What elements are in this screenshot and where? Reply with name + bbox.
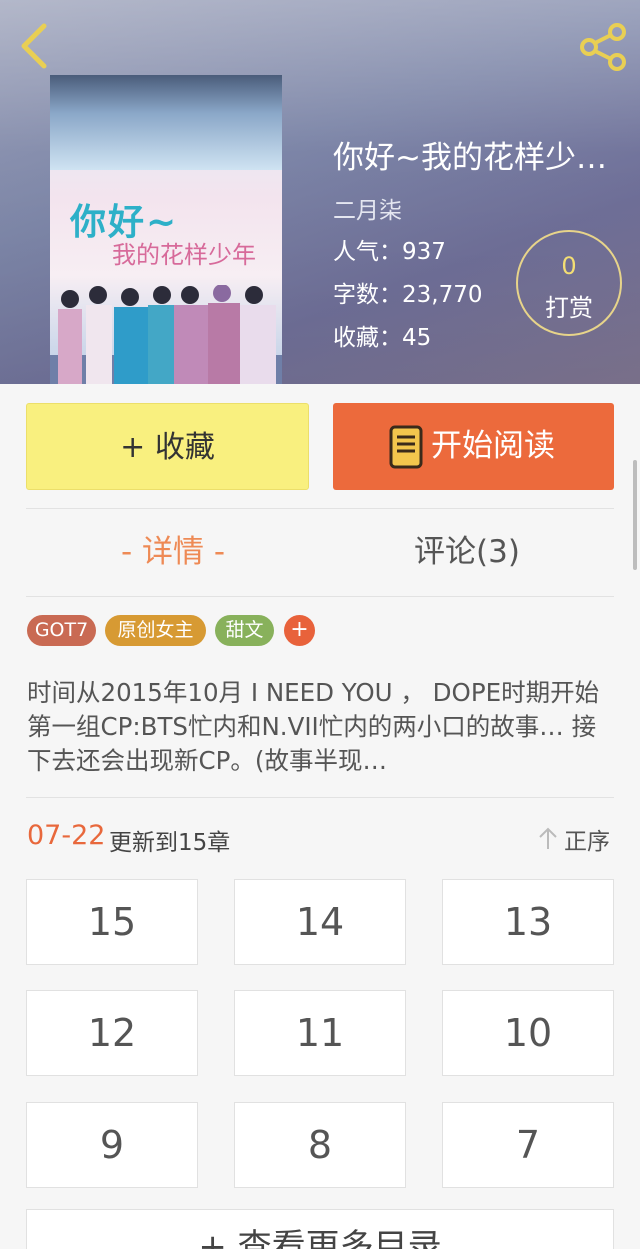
update-status: 更新到15章 <box>109 830 231 856</box>
tag-sweet[interactable]: 甜文 <box>215 615 274 646</box>
chapter-button[interactable]: 8 <box>234 1102 406 1188</box>
book-icon <box>389 425 423 469</box>
book-synopsis[interactable]: 时间从2015年10月 I NEED YOU ， DOPE时期开始 第一组CP:… <box>27 676 617 784</box>
cover-people-illustration <box>50 285 282 384</box>
book-author[interactable]: 二月柒 <box>333 191 402 225</box>
popularity-stat: 人气：937 <box>333 239 446 265</box>
book-header: 你好~ 我的花样少年 你好~我的花样少… 二月柒 人气：937 字数：23,77… <box>0 0 640 384</box>
word-count-stat: 字数：23,770 <box>333 282 483 308</box>
chapter-button[interactable]: 10 <box>442 990 614 1076</box>
chapter-button[interactable]: 9 <box>26 1102 198 1188</box>
chapter-button[interactable]: 11 <box>234 990 406 1076</box>
chapter-button[interactable]: 12 <box>26 990 198 1076</box>
favorites-stat: 收藏：45 <box>333 325 432 351</box>
sort-order-button[interactable]: 正序 <box>564 822 610 856</box>
tip-count: 0 <box>561 252 577 280</box>
chevron-left-icon <box>21 23 47 69</box>
chapter-button[interactable]: 7 <box>442 1102 614 1188</box>
start-reading-button[interactable]: 开始阅读 <box>333 403 614 490</box>
chapter-button[interactable]: 13 <box>442 879 614 965</box>
divider <box>26 797 614 798</box>
arrow-up-icon[interactable] <box>536 825 560 851</box>
back-button[interactable] <box>14 22 54 70</box>
tip-button[interactable]: 0 打赏 <box>516 230 622 336</box>
book-title: 你好~我的花样少… <box>333 140 607 176</box>
chapter-button[interactable]: 15 <box>26 879 198 965</box>
tip-label: 打赏 <box>545 294 593 322</box>
tab-comments[interactable]: 评论(3) <box>320 508 614 596</box>
tag-got7[interactable]: GOT7 <box>27 615 96 646</box>
book-cover[interactable]: 你好~ 我的花样少年 <box>50 75 282 384</box>
update-date: 07-22 <box>27 820 106 851</box>
tag-original-heroine[interactable]: 原创女主 <box>105 615 206 646</box>
add-tag-button[interactable]: + <box>284 615 315 646</box>
view-more-chapters-button[interactable]: + 查看更多目录 <box>26 1209 614 1249</box>
cover-title-line2: 我的花样少年 <box>112 241 256 269</box>
add-favorite-button[interactable]: + 收藏 <box>26 403 309 490</box>
share-button[interactable] <box>578 22 630 72</box>
divider <box>26 596 614 597</box>
cover-sky-image <box>50 75 282 170</box>
chapter-button[interactable]: 14 <box>234 879 406 965</box>
scrollbar[interactable] <box>633 460 637 570</box>
share-icon <box>580 23 626 71</box>
tab-details[interactable]: - 详情 - <box>26 508 320 596</box>
start-reading-label: 开始阅读 <box>431 428 555 464</box>
